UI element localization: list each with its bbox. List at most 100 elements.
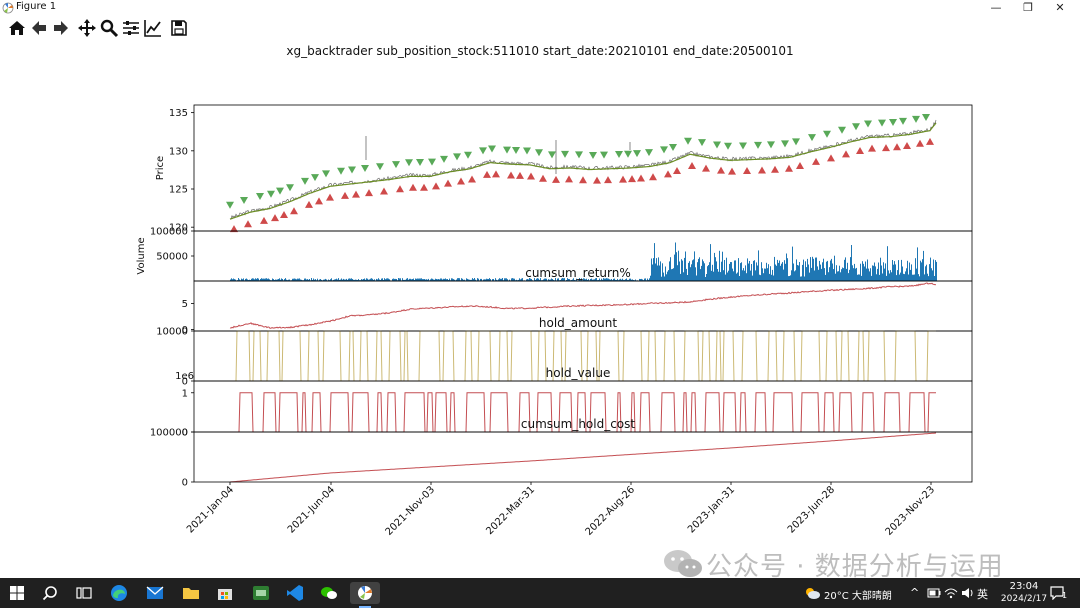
sell-marker [565,175,573,183]
volume-bar [897,270,898,281]
volume-bar [407,278,408,281]
chevron-up-icon[interactable]: ^ [910,586,919,599]
volume-bar [818,269,819,281]
restore-button[interactable]: ❐ [1010,0,1046,16]
zoom-button[interactable] [99,18,119,38]
volume-bar [499,278,500,281]
buy-marker [337,167,345,175]
volume-bar [466,278,467,281]
matplotlib-task-icon[interactable] [350,582,380,608]
volume-bar [874,262,875,281]
sell-marker [619,175,627,183]
volume-bar [863,263,864,281]
window-title: Figure 1 [16,1,57,12]
buy-marker [440,155,448,163]
configure-subplots-button[interactable] [121,18,141,38]
subplot-title: cumsum_hold_cost [521,417,636,431]
volume-bar [750,270,751,281]
sell-marker [758,166,766,174]
back-icon [32,21,46,35]
volume-bar [840,272,841,281]
x-tick-label: 2023-Jan-31 [686,484,737,535]
clock-date[interactable]: 2024/2/17 [994,594,1054,604]
file-explorer-icon[interactable] [180,582,202,604]
buy-marker [348,166,356,174]
volume-bar [801,276,802,281]
buy-marker [276,187,284,195]
vscode-icon[interactable] [284,582,306,604]
volume-bar [811,267,812,281]
save-icon [171,20,187,36]
volume-bar [664,276,665,281]
terminal-app-icon[interactable] [250,582,272,604]
volume-bar [934,276,935,281]
volume-bar [451,278,452,281]
wechat-app-icon[interactable] [318,582,340,604]
store-icon[interactable] [214,582,236,604]
volume-bar [881,265,882,281]
wifi-icon[interactable] [944,587,958,599]
edge-browser-icon[interactable] [108,582,130,604]
volume-bar [657,265,658,281]
windows-start-icon[interactable] [10,586,24,600]
volume-bar [761,262,762,281]
ime-indicator[interactable]: 英 [977,586,988,602]
sell-marker [457,177,465,185]
buy-marker [645,149,653,157]
sell-marker [728,167,736,175]
search-icon[interactable] [42,585,58,601]
volume-bar [671,269,672,281]
volume-bar [868,268,869,281]
weather-text[interactable]: 20°C 大部晴朗 [824,587,892,602]
clock-time[interactable]: 23:04 [1002,581,1046,592]
volume-bar [831,258,832,281]
volume-bar [830,260,831,281]
volume-bar [384,278,385,281]
volume-bar [810,257,811,281]
close-button[interactable]: ✕ [1042,0,1078,16]
sell-marker [916,139,924,147]
mail-icon[interactable] [144,582,166,604]
wechat-watermark: 公众号 · 数据分析与运用 [660,546,1004,582]
buy-marker [240,196,248,204]
volume-icon[interactable] [961,587,975,599]
buy-marker [405,159,413,167]
edit-axis-button[interactable] [143,18,163,38]
volume-bar [779,260,780,281]
battery-icon[interactable] [927,587,941,599]
volume-bar [715,257,716,281]
volume-bar [402,278,403,281]
task-view-icon[interactable] [76,585,92,601]
volume-bar [704,263,705,281]
volume-bar [832,263,833,281]
volume-bar [867,259,868,281]
minimize-button[interactable]: — [978,0,1014,16]
home-button[interactable] [7,18,27,38]
weather-icon[interactable] [803,585,821,601]
volume-bar [794,271,795,281]
volume-bar [741,262,742,281]
forward-button[interactable] [51,18,71,38]
sell-marker [688,161,696,169]
volume-bar [928,276,929,281]
back-button[interactable] [29,18,49,38]
y-tick-label: 130 [169,146,188,157]
volume-bar [841,269,842,281]
volume-bar [504,278,505,281]
buy-marker [376,163,384,171]
x-tick-label: 2022-Aug-26 [584,484,638,538]
figure-canvas[interactable]: xg_backtrader sub_position_stock:511010 … [0,40,1080,578]
volume-bar [502,278,503,281]
volume-bar [678,250,679,281]
volume-bar [672,268,673,281]
volume-bar [759,274,760,281]
volume-bar [732,268,733,281]
save-button[interactable] [169,18,189,38]
volume-bar [665,266,666,281]
volume-bar [457,278,458,281]
volume-bar [926,264,927,281]
volume-bar [795,270,796,281]
pan-button[interactable] [77,18,97,38]
volume-bar [705,277,706,281]
volume-bar [231,278,232,281]
